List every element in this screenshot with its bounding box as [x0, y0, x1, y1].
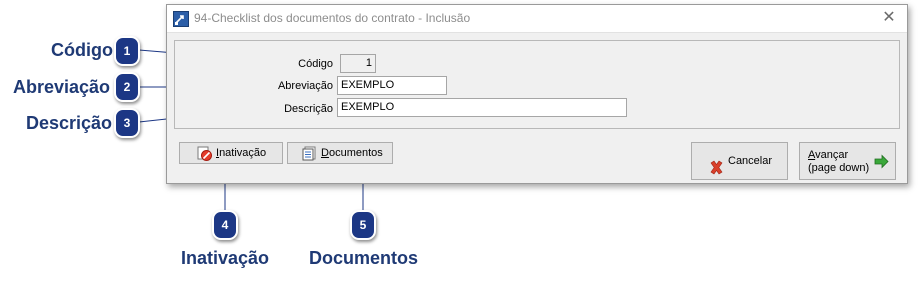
descricao-field[interactable]: EXEMPLO — [337, 98, 627, 117]
close-icon[interactable]: ✕ — [881, 10, 897, 26]
window-title: 94-Checklist dos documentos do contrato … — [194, 11, 471, 25]
title-bar: 94-Checklist dos documentos do contrato … — [167, 5, 907, 33]
inativacao-label: nativação — [219, 147, 267, 159]
callout-label-inativacao: Inativação — [181, 248, 270, 268]
cancel-x-icon — [709, 154, 724, 175]
callout-badge-3: 3 — [114, 108, 140, 138]
callout-badge-4: 4 — [212, 210, 238, 240]
abreviacao-field[interactable]: EXEMPLO — [337, 76, 447, 95]
next-label: vançar — [815, 149, 849, 161]
deactivate-icon — [197, 146, 212, 161]
callout-label-descricao: Descrição — [26, 113, 113, 133]
documentos-mnemonic: D — [321, 147, 329, 159]
cancel-label: Cancelar — [728, 155, 773, 167]
inativacao-button[interactable]: Inativação — [179, 142, 283, 164]
codigo-label: Código — [298, 58, 333, 70]
documents-icon — [302, 146, 317, 161]
cancel-button[interactable]: Cancelar — [691, 142, 788, 180]
next-shortcut-label: (page down) — [808, 162, 870, 174]
green-arrow-right-icon — [874, 154, 889, 169]
abreviacao-label: Abreviação — [277, 80, 333, 92]
documentos-label: ocumentos — [328, 147, 383, 159]
codigo-field[interactable]: 1 — [340, 54, 376, 73]
callout-label-documentos: Documentos — [309, 248, 419, 268]
dialog-window: 94-Checklist dos documentos do contrato … — [166, 4, 908, 184]
callout-label-abreviacao: Abreviação — [13, 77, 111, 97]
callout-badge-5: 5 — [350, 210, 376, 240]
documentos-button[interactable]: Documentos — [287, 142, 393, 164]
callout-badge-2: 2 — [114, 72, 140, 102]
next-button[interactable]: Avançar (page down) — [799, 142, 896, 180]
descricao-label: Descrição — [284, 103, 333, 115]
callout-label-codigo: Código — [51, 40, 113, 60]
window-edit-icon — [173, 11, 189, 27]
callout-badge-1: 1 — [114, 36, 140, 66]
